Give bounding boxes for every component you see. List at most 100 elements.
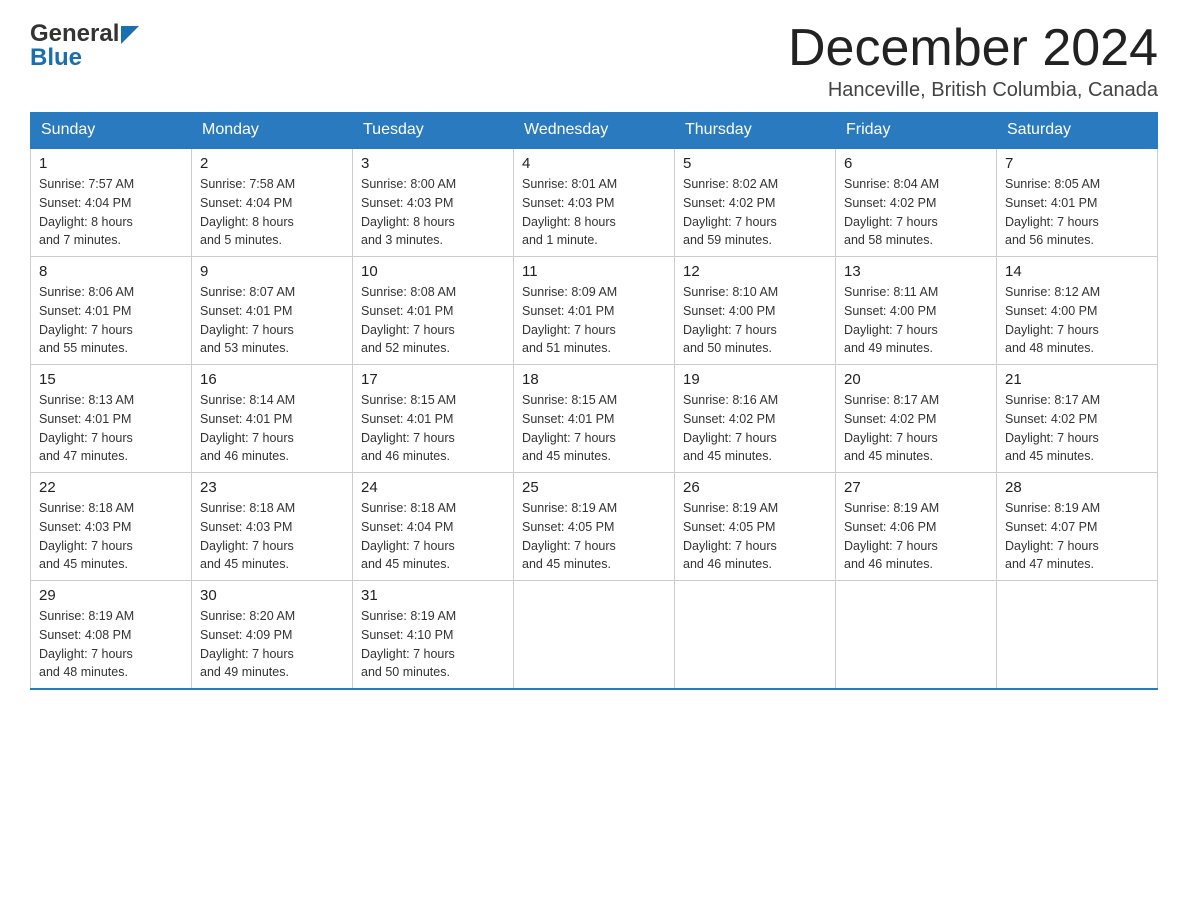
day-info: Sunrise: 8:09 AMSunset: 4:01 PMDaylight:… — [522, 283, 666, 358]
day-number: 7 — [1005, 155, 1149, 172]
calendar-cell: 23Sunrise: 8:18 AMSunset: 4:03 PMDayligh… — [192, 473, 353, 581]
day-number: 19 — [683, 371, 827, 388]
calendar-cell: 14 Sunrise: 8:12 AMSunset: 4:00 PMDayligh… — [997, 257, 1158, 365]
day-info: Sunrise: 8:19 AMSunset: 4:06 PMDaylight:… — [844, 499, 988, 574]
day-info: Sunrise: 8:17 AMSunset: 4:02 PMDaylight:… — [1005, 391, 1149, 466]
calendar-cell: 16 Sunrise: 8:14 AMSunset: 4:01 PMDayligh… — [192, 365, 353, 473]
day-info: Sunrise: 8:06 AMSunset: 4:01 PMDaylight:… — [39, 283, 183, 358]
day-info: Sunrise: 8:18 AMSunset: 4:03 PMDaylight:… — [200, 499, 344, 574]
day-info: Sunrise: 8:11 AMSunset: 4:00 PMDaylight:… — [844, 283, 988, 358]
weekday-header-sunday: Sunday — [31, 113, 192, 149]
day-number: 27 — [844, 479, 988, 496]
location: Hanceville, British Columbia, Canada — [788, 79, 1158, 102]
calendar-cell: 1 Sunrise: 7:57 AMSunset: 4:04 PMDaylight… — [31, 148, 192, 257]
calendar-cell: 21 Sunrise: 8:17 AMSunset: 4:02 PMDayligh… — [997, 365, 1158, 473]
calendar-cell: 4Sunrise: 8:01 AMSunset: 4:03 PMDaylight… — [514, 148, 675, 257]
day-info: Sunrise: 8:19 AMSunset: 4:08 PMDaylight:… — [39, 607, 183, 682]
day-number: 29 — [39, 587, 183, 604]
day-number: 11 — [522, 263, 666, 280]
day-info: Sunrise: 8:01 AMSunset: 4:03 PMDaylight:… — [522, 175, 666, 250]
day-info: Sunrise: 8:08 AMSunset: 4:01 PMDaylight:… — [361, 283, 505, 358]
calendar-cell — [675, 581, 836, 690]
calendar-cell: 11 Sunrise: 8:09 AMSunset: 4:01 PMDayligh… — [514, 257, 675, 365]
day-info: Sunrise: 8:05 AMSunset: 4:01 PMDaylight:… — [1005, 175, 1149, 250]
day-info: Sunrise: 8:19 AMSunset: 4:10 PMDaylight:… — [361, 607, 505, 682]
day-info: Sunrise: 8:19 AMSunset: 4:05 PMDaylight:… — [683, 499, 827, 574]
day-info: Sunrise: 7:58 AMSunset: 4:04 PMDaylight:… — [200, 175, 344, 250]
calendar-cell — [836, 581, 997, 690]
day-number: 24 — [361, 479, 505, 496]
day-info: Sunrise: 8:14 AMSunset: 4:01 PMDaylight:… — [200, 391, 344, 466]
calendar-cell: 15Sunrise: 8:13 AMSunset: 4:01 PMDayligh… — [31, 365, 192, 473]
day-info: Sunrise: 8:15 AMSunset: 4:01 PMDaylight:… — [522, 391, 666, 466]
calendar-cell: 6 Sunrise: 8:04 AMSunset: 4:02 PMDaylight… — [836, 148, 997, 257]
day-number: 9 — [200, 263, 344, 280]
weekday-header-tuesday: Tuesday — [353, 113, 514, 149]
day-number: 2 — [200, 155, 344, 172]
day-number: 5 — [683, 155, 827, 172]
calendar-cell: 29 Sunrise: 8:19 AMSunset: 4:08 PMDayligh… — [31, 581, 192, 690]
day-number: 17 — [361, 371, 505, 388]
day-info: Sunrise: 8:12 AMSunset: 4:00 PMDaylight:… — [1005, 283, 1149, 358]
calendar-cell: 27 Sunrise: 8:19 AMSunset: 4:06 PMDayligh… — [836, 473, 997, 581]
page-header: General Blue December 2024 Hanceville, B… — [30, 20, 1158, 102]
calendar-cell: 28 Sunrise: 8:19 AMSunset: 4:07 PMDayligh… — [997, 473, 1158, 581]
calendar-cell: 8 Sunrise: 8:06 AMSunset: 4:01 PMDaylight… — [31, 257, 192, 365]
calendar-cell: 9 Sunrise: 8:07 AMSunset: 4:01 PMDaylight… — [192, 257, 353, 365]
day-info: Sunrise: 8:19 AMSunset: 4:05 PMDaylight:… — [522, 499, 666, 574]
calendar-cell: 20 Sunrise: 8:17 AMSunset: 4:02 PMDayligh… — [836, 365, 997, 473]
weekday-header-saturday: Saturday — [997, 113, 1158, 149]
day-info: Sunrise: 8:02 AMSunset: 4:02 PMDaylight:… — [683, 175, 827, 250]
calendar-week-3: 15Sunrise: 8:13 AMSunset: 4:01 PMDayligh… — [31, 365, 1158, 473]
day-info: Sunrise: 8:00 AMSunset: 4:03 PMDaylight:… — [361, 175, 505, 250]
calendar-cell: 25 Sunrise: 8:19 AMSunset: 4:05 PMDayligh… — [514, 473, 675, 581]
weekday-header-thursday: Thursday — [675, 113, 836, 149]
calendar-cell: 24 Sunrise: 8:18 AMSunset: 4:04 PMDayligh… — [353, 473, 514, 581]
day-info: Sunrise: 8:19 AMSunset: 4:07 PMDaylight:… — [1005, 499, 1149, 574]
day-number: 22 — [39, 479, 183, 496]
calendar-cell: 2 Sunrise: 7:58 AMSunset: 4:04 PMDaylight… — [192, 148, 353, 257]
title-section: December 2024 Hanceville, British Columb… — [788, 20, 1158, 102]
day-info: Sunrise: 8:18 AMSunset: 4:03 PMDaylight:… — [39, 499, 183, 574]
day-info: Sunrise: 8:07 AMSunset: 4:01 PMDaylight:… — [200, 283, 344, 358]
day-number: 10 — [361, 263, 505, 280]
day-info: Sunrise: 8:10 AMSunset: 4:00 PMDaylight:… — [683, 283, 827, 358]
calendar-cell: 3Sunrise: 8:00 AMSunset: 4:03 PMDaylight… — [353, 148, 514, 257]
calendar-cell: 13 Sunrise: 8:11 AMSunset: 4:00 PMDayligh… — [836, 257, 997, 365]
weekday-header-row: SundayMondayTuesdayWednesdayThursdayFrid… — [31, 113, 1158, 149]
calendar-week-5: 29 Sunrise: 8:19 AMSunset: 4:08 PMDayligh… — [31, 581, 1158, 690]
calendar-week-4: 22 Sunrise: 8:18 AMSunset: 4:03 PMDayligh… — [31, 473, 1158, 581]
calendar-week-1: 1 Sunrise: 7:57 AMSunset: 4:04 PMDaylight… — [31, 148, 1158, 257]
day-info: Sunrise: 8:15 AMSunset: 4:01 PMDaylight:… — [361, 391, 505, 466]
day-number: 6 — [844, 155, 988, 172]
calendar-cell: 31Sunrise: 8:19 AMSunset: 4:10 PMDayligh… — [353, 581, 514, 690]
calendar-cell: 19 Sunrise: 8:16 AMSunset: 4:02 PMDayligh… — [675, 365, 836, 473]
day-info: Sunrise: 8:17 AMSunset: 4:02 PMDaylight:… — [844, 391, 988, 466]
day-info: Sunrise: 7:57 AMSunset: 4:04 PMDaylight:… — [39, 175, 183, 250]
day-number: 25 — [522, 479, 666, 496]
day-number: 8 — [39, 263, 183, 280]
logo-blue: Blue — [30, 44, 82, 72]
day-info: Sunrise: 8:18 AMSunset: 4:04 PMDaylight:… — [361, 499, 505, 574]
day-number: 14 — [1005, 263, 1149, 280]
calendar-cell: 30Sunrise: 8:20 AMSunset: 4:09 PMDayligh… — [192, 581, 353, 690]
day-number: 12 — [683, 263, 827, 280]
day-number: 26 — [683, 479, 827, 496]
calendar-cell: 5 Sunrise: 8:02 AMSunset: 4:02 PMDaylight… — [675, 148, 836, 257]
calendar-table: SundayMondayTuesdayWednesdayThursdayFrid… — [30, 112, 1158, 690]
day-number: 28 — [1005, 479, 1149, 496]
day-info: Sunrise: 8:04 AMSunset: 4:02 PMDaylight:… — [844, 175, 988, 250]
calendar-week-2: 8 Sunrise: 8:06 AMSunset: 4:01 PMDaylight… — [31, 257, 1158, 365]
day-number: 21 — [1005, 371, 1149, 388]
weekday-header-monday: Monday — [192, 113, 353, 149]
day-info: Sunrise: 8:16 AMSunset: 4:02 PMDaylight:… — [683, 391, 827, 466]
day-number: 16 — [200, 371, 344, 388]
day-number: 1 — [39, 155, 183, 172]
day-info: Sunrise: 8:13 AMSunset: 4:01 PMDaylight:… — [39, 391, 183, 466]
calendar-cell: 18Sunrise: 8:15 AMSunset: 4:01 PMDayligh… — [514, 365, 675, 473]
calendar-cell: 12 Sunrise: 8:10 AMSunset: 4:00 PMDayligh… — [675, 257, 836, 365]
day-number: 20 — [844, 371, 988, 388]
calendar-cell: 10 Sunrise: 8:08 AMSunset: 4:01 PMDayligh… — [353, 257, 514, 365]
logo-arrow-icon — [121, 26, 139, 44]
day-number: 13 — [844, 263, 988, 280]
